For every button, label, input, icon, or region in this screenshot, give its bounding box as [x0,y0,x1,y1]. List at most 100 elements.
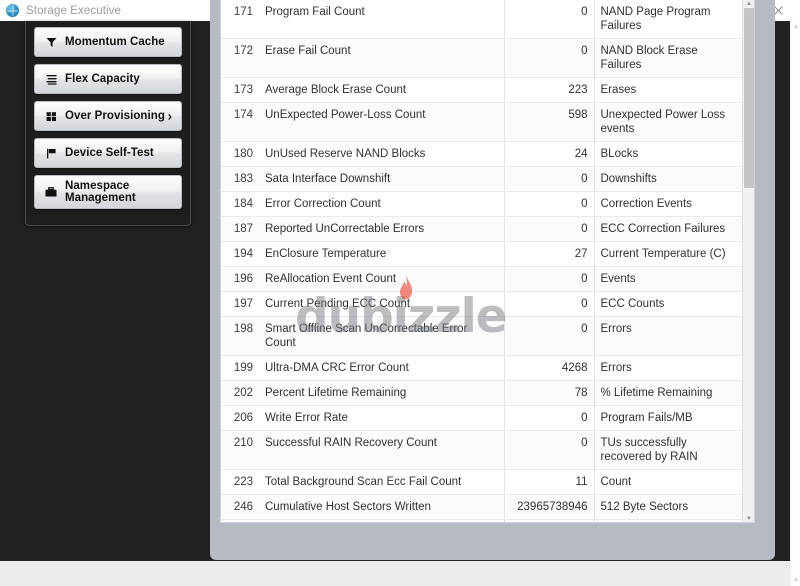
cell-value: 0 [504,191,595,217]
sidebar-item-label: Flex Capacity [65,72,140,85]
sidebar-item-over-provisioning[interactable]: Over Provisioning › [34,101,182,131]
table-vertical-scrollbar[interactable]: ▲ ▼ [742,0,754,522]
cell-value: 11 [504,469,595,495]
cell-attribute: UnUsed Reserve NAND Blocks [259,141,505,167]
cell-attribute: ReAllocation Event Count [259,266,505,292]
table-row[interactable]: 202 Percent Lifetime Remaining 78% Lifetim… [221,380,744,406]
smart-table-scroll-area[interactable]: 171 Program Fail Count 0 NAND Page Program … [221,0,754,522]
cell-unit: NAND Page [594,519,744,522]
cell-value: 748929342 [504,519,595,522]
cell-id: 196 [221,266,259,292]
scrollbar-thumb[interactable] [744,8,754,188]
cell-attribute: Number of NAND Pages of data Written by … [259,519,505,522]
cell-attribute: Cumulative Host Sectors Written [259,494,505,520]
window-vertical-scrollbar[interactable]: ▲ ▼ [790,21,800,586]
cell-attribute: Sata Interface Downshift [259,166,505,192]
scroll-up-arrow-icon[interactable]: ▲ [743,0,754,8]
cell-attribute: Program Fail Count [259,0,505,39]
table-row[interactable]: 187 Reported UnCorrectable Errors 0 ECC Cor… [221,216,744,242]
cell-id: 206 [221,405,259,431]
smart-attributes-table: 171 Program Fail Count 0 NAND Page Program … [221,0,744,522]
cell-attribute: Successful RAIN Recovery Count [259,430,505,470]
smart-attributes-card: 171 Program Fail Count 0 NAND Page Program … [220,0,755,523]
cell-value: 0 [504,166,595,192]
cell-value: 0 [504,38,595,78]
table-row[interactable]: 206 Write Error Rate 0 Program Fails/MB [221,405,744,431]
cell-id: 202 [221,380,259,406]
cell-id: 187 [221,216,259,242]
briefcase-icon [44,186,58,198]
table-row[interactable]: 174 UnExpected Power-Loss Count 598 Unexpec… [221,102,744,142]
cell-id: 180 [221,141,259,167]
table-row[interactable]: 199 Ultra-DMA CRC Error Count 4268 Errors [221,355,744,381]
window-bottom-strip [0,561,790,586]
globe-icon [6,4,19,17]
sidebar-navigation: Momentum Cache Flex Capacity Over Provis… [25,21,191,226]
cell-id: 173 [221,77,259,103]
scroll-down-arrow-icon[interactable]: ▼ [743,515,754,522]
cell-unit: Erases [594,77,744,103]
table-row[interactable]: 180 UnUsed Reserve NAND Blocks 24 BLocks [221,141,744,167]
cell-id: 172 [221,38,259,78]
cell-value: 0 [504,266,595,292]
sidebar-item-namespace-management[interactable]: Namespace Management [34,175,182,209]
cell-value: 0 [504,291,595,317]
cell-unit: % Lifetime Remaining [594,380,744,406]
cell-id: 197 [221,291,259,317]
cell-unit: Events [594,266,744,292]
cell-id: 199 [221,355,259,381]
cell-unit: Program Fails/MB [594,405,744,431]
cell-attribute: Reported UnCorrectable Errors [259,216,505,242]
sidebar-item-label: Over Provisioning [65,109,165,122]
cell-id: 210 [221,430,259,470]
cell-id: 183 [221,166,259,192]
cell-value: 0 [504,430,595,470]
window-title: Storage Executive [26,4,122,17]
sidebar-item-label: Momentum Cache [65,35,165,48]
cell-attribute: Erase Fail Count [259,38,505,78]
table-row[interactable]: 247Number of NAND Pages of data Written … [221,519,744,522]
content-panel: 171 Program Fail Count 0 NAND Page Program … [210,0,775,560]
table-row[interactable]: 198 Smart Offline Scan UnCorrectable Erro… [221,316,744,356]
sidebar-item-device-self-test[interactable]: Device Self-Test [34,138,182,168]
cell-id: 194 [221,241,259,267]
cell-unit: Downshifts [594,166,744,192]
cell-attribute: Total Background Scan Ecc Fail Count [259,469,505,495]
table-row[interactable]: 183 Sata Interface Downshift 0 Downshifts [221,166,744,192]
sidebar-item-momentum-cache[interactable]: Momentum Cache [34,27,182,57]
table-row[interactable]: 173 Average Block Erase Count 223 Erases [221,77,744,103]
cell-unit: Correction Events [594,191,744,217]
cell-attribute: Error Correction Count [259,191,505,217]
table-row[interactable]: 172 Erase Fail Count 0 NAND Block Erase Fai… [221,38,744,78]
cell-value: 598 [504,102,595,142]
cell-id: 246 [221,494,259,520]
table-row[interactable]: 246 Cumulative Host Sectors Written 239657… [221,494,744,520]
table-row[interactable]: 171 Program Fail Count 0 NAND Page Program … [221,0,744,39]
cell-unit: Errors [594,316,744,356]
cell-value: 4268 [504,355,595,381]
window-scroll-down-icon[interactable]: ▼ [791,575,800,586]
cell-value: 0 [504,316,595,356]
table-row[interactable]: 184 Error Correction Count 0 Correction Eve… [221,191,744,217]
cell-id: 223 [221,469,259,495]
cell-attribute: Percent Lifetime Remaining [259,380,505,406]
table-row[interactable]: 223 Total Background Scan Ecc Fail Count 1… [221,469,744,495]
cell-unit: Current Temperature (C) [594,241,744,267]
cell-value: 78 [504,380,595,406]
cell-value: 0 [504,216,595,242]
table-row[interactable]: 196 ReAllocation Event Count 0 Events [221,266,744,292]
cell-attribute: EnClosure Temperature [259,241,505,267]
cell-id: 198 [221,316,259,356]
cell-unit: Unexpected Power Loss events [594,102,744,142]
funnel-icon [44,37,58,48]
table-row[interactable]: 194 EnClosure Temperature 27 Current Temper… [221,241,744,267]
table-row[interactable]: 197 Current Pending ECC Count 0 ECC Counts [221,291,744,317]
cell-attribute: Average Block Erase Count [259,77,505,103]
sidebar-item-flex-capacity[interactable]: Flex Capacity [34,64,182,94]
table-row[interactable]: 210 Successful RAIN Recovery Count 0 TUs su… [221,430,744,470]
main-dark-area: Momentum Cache Flex Capacity Over Provis… [0,0,790,561]
cell-id: 174 [221,102,259,142]
flag-icon [44,148,58,159]
chevron-right-icon: › [167,108,172,124]
window-scroll-up-icon[interactable]: ▲ [791,21,800,32]
